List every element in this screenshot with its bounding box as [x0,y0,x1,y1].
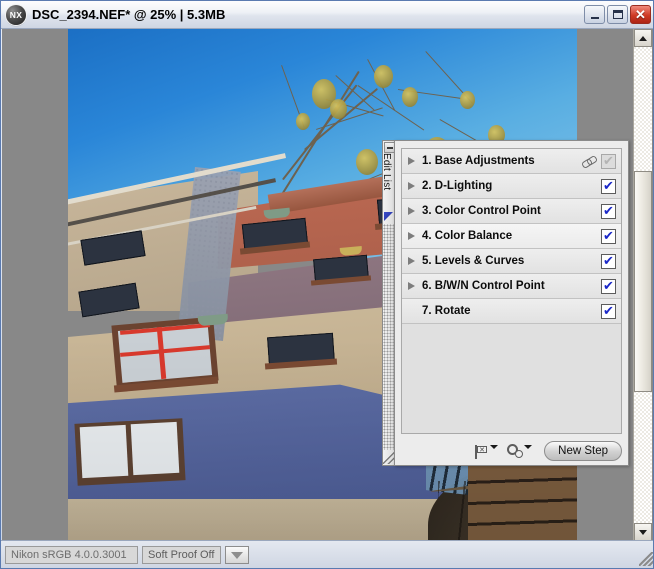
edit-step-row[interactable]: 4. Color Balance ✔ [402,224,621,249]
checkmark-icon: ✔ [603,229,614,244]
edit-step-controls: ✔ [601,274,616,299]
chevron-down-icon [231,551,243,559]
edit-step-row[interactable]: 7. Rotate ✔ [402,299,621,324]
edit-step-controls: ✔ [601,199,616,224]
maximize-button[interactable] [607,5,628,24]
scroll-up-icon [639,35,647,41]
checkmark-icon: ✔ [603,154,614,169]
color-profile-field: Nikon sRGB 4.0.0.3001 [5,546,138,564]
expand-triangle-icon[interactable] [408,157,415,165]
edit-step-label: 4. Color Balance [422,230,513,242]
expand-triangle-icon[interactable] [408,232,415,240]
chain-link-icon[interactable] [582,156,596,168]
edit-step-checkbox[interactable]: ✔ [601,204,616,219]
maximize-icon [612,10,623,19]
edit-step-controls: ✔ [601,224,616,249]
expand-triangle-icon[interactable] [408,182,415,190]
checkmark-icon: ✔ [603,254,614,269]
capture-nx-window: NX DSC_2394.NEF* @ 25% | 5.3MB ✕ Edit Li… [0,0,654,569]
edit-step-row[interactable]: 1. Base Adjustments ✔ [402,149,621,174]
settings-button[interactable] [507,443,533,459]
edit-list-tab-label: Edit List [381,153,392,191]
scroll-down-button[interactable] [634,523,652,541]
edit-step-row[interactable]: 3. Color Control Point ✔ [402,199,621,224]
edit-step-controls: ✔ [601,249,616,274]
edit-list-toolbar: ✕ New Step [401,441,622,461]
nx-logo-icon: NX [6,4,26,25]
soft-proof-field: Soft Proof Off [142,546,221,564]
close-icon: ✕ [635,7,646,22]
scrollbar-thumb[interactable] [634,171,652,392]
edit-step-checkbox[interactable]: ✔ [601,304,616,319]
status-bar: Nikon sRGB 4.0.0.3001 Soft Proof Off [1,540,653,568]
window-controls: ✕ [584,5,651,24]
edit-step-label: 2. D-Lighting [422,180,493,192]
flag-button[interactable]: ✕ [474,444,499,459]
edit-step-controls: ✔ [582,149,616,174]
edit-list-drag-handle[interactable] [383,224,394,450]
edit-step-checkbox[interactable]: ✔ [601,179,616,194]
window-title: DSC_2394.NEF* @ 25% | 5.3MB [32,7,226,22]
checkmark-icon: ✔ [603,304,614,319]
checkmark-icon: ✔ [603,179,614,194]
edit-step-label: 6. B/W/N Control Point [422,280,545,292]
scroll-up-button[interactable] [634,29,652,47]
edit-step-label: 5. Levels & Curves [422,255,525,267]
title-bar: NX DSC_2394.NEF* @ 25% | 5.3MB ✕ [1,1,653,29]
edit-step-label: 1. Base Adjustments [422,155,535,167]
checkmark-icon: ✔ [603,204,614,219]
gears-icon [507,443,524,459]
edit-step-checkbox[interactable]: ✔ [601,254,616,269]
expand-triangle-icon[interactable] [408,207,415,215]
expand-triangle-icon[interactable] [408,282,415,290]
settings-dropdown-icon[interactable] [524,444,533,449]
scroll-down-icon [639,529,647,535]
edit-step-row[interactable]: 6. B/W/N Control Point ✔ [402,274,621,299]
minimize-icon [590,16,599,19]
collapse-icon [386,146,393,149]
edit-step-checkbox: ✔ [601,154,616,169]
edit-step-row[interactable]: 2. D-Lighting ✔ [402,174,621,199]
edit-step-checkbox[interactable]: ✔ [601,229,616,244]
flag-dropdown-icon[interactable] [490,444,499,449]
soft-proof-dropdown-button[interactable] [225,546,249,564]
edit-list-panel: 1. Base Adjustments ✔ 2. D-Lighting ✔ 3. Col… [394,140,629,466]
minimize-button[interactable] [584,5,605,24]
close-button[interactable]: ✕ [630,5,651,24]
checkmark-icon: ✔ [603,279,614,294]
vertical-scrollbar[interactable] [633,29,652,541]
edit-step-label: 3. Color Control Point [422,205,541,217]
flag-icon: ✕ [474,444,489,459]
edit-step-checkbox[interactable]: ✔ [601,279,616,294]
edit-step-label: 7. Rotate [422,305,471,317]
edit-steps-list: 1. Base Adjustments ✔ 2. D-Lighting ✔ 3. Col… [401,148,622,434]
edit-list-resize-grip[interactable] [383,452,394,464]
edit-step-controls: ✔ [601,174,616,199]
window-resize-grip[interactable] [639,552,653,566]
new-step-button[interactable]: New Step [544,441,622,461]
expand-triangle-icon[interactable] [408,257,415,265]
edit-step-controls: ✔ [601,299,616,324]
edit-step-row[interactable]: 5. Levels & Curves ✔ [402,249,621,274]
